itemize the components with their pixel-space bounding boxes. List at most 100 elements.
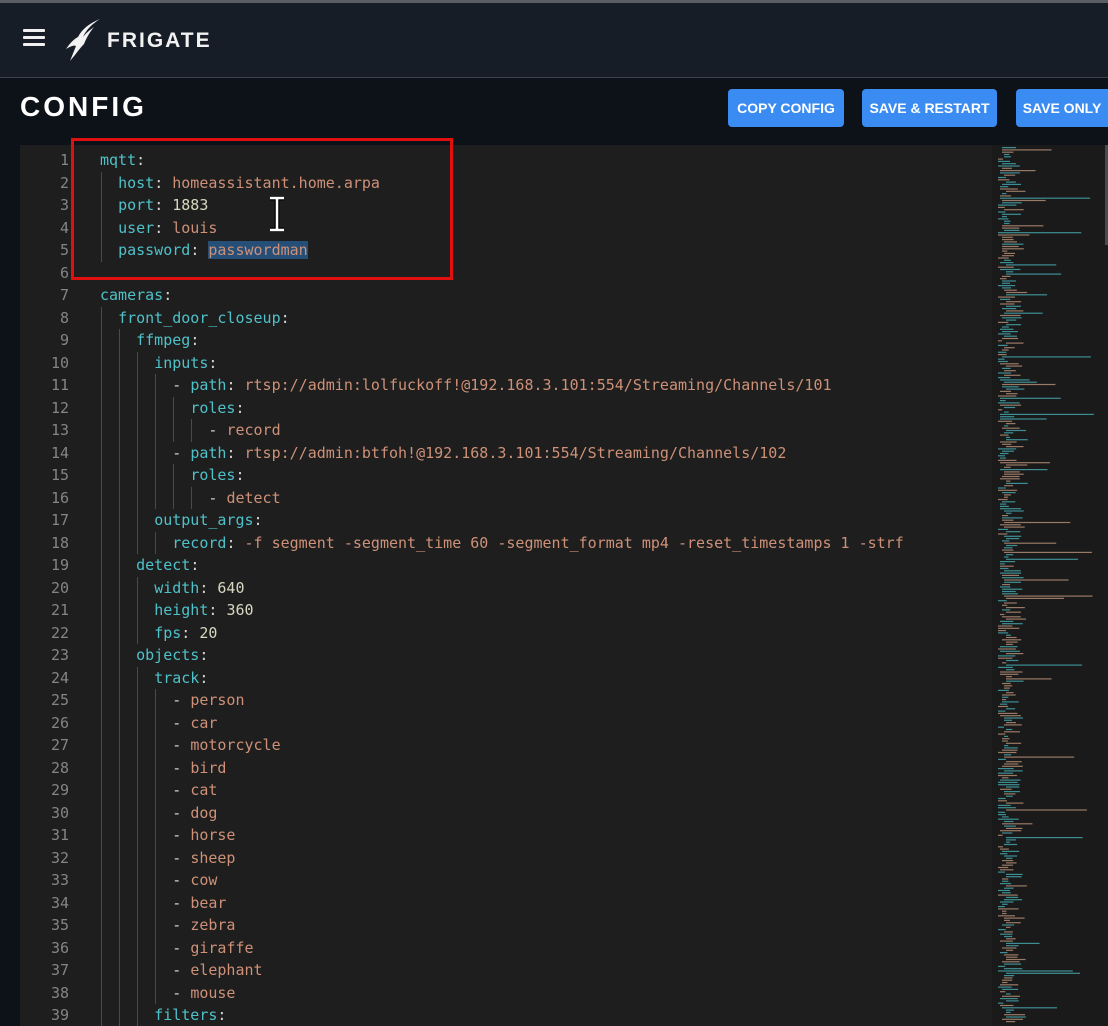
code-line[interactable]: 35 - zebra bbox=[20, 914, 988, 937]
list-dash: - bbox=[172, 871, 191, 889]
code-line[interactable]: 32 - sheep bbox=[20, 847, 988, 870]
code-line[interactable]: 9 ffmpeg: bbox=[20, 329, 988, 352]
minimap-line bbox=[1000, 991, 1006, 993]
minimap-line bbox=[1002, 864, 1013, 866]
code-line[interactable]: 23 objects: bbox=[20, 644, 988, 667]
minimap-line bbox=[1002, 331, 1018, 333]
minimap-line bbox=[998, 655, 1016, 657]
minimap-line bbox=[1004, 535, 1022, 537]
line-number: 26 bbox=[50, 713, 69, 732]
colon: : bbox=[208, 601, 218, 619]
line-content: - cow bbox=[100, 869, 217, 892]
minimap-line bbox=[1004, 731, 1020, 733]
minimap-line bbox=[1000, 397, 1061, 399]
minimap-line bbox=[1000, 404, 1022, 406]
line-content: password: passwordman bbox=[100, 239, 308, 262]
save-only-button[interactable]: SAVE ONLY bbox=[1016, 89, 1108, 127]
yaml-value: horse bbox=[190, 826, 236, 844]
minimap-line bbox=[1004, 770, 1023, 772]
line-number: 2 bbox=[59, 173, 69, 192]
minimap-line bbox=[1004, 887, 1014, 889]
code-line[interactable]: 13 - record bbox=[20, 419, 988, 442]
yaml-key: front_door_closeup bbox=[118, 308, 281, 327]
minimap-line bbox=[1002, 250, 1008, 252]
list-dash: - bbox=[172, 758, 191, 777]
minimap-line bbox=[1004, 855, 1018, 857]
minimap-line bbox=[998, 420, 1013, 422]
minimap-line bbox=[1006, 393, 1018, 395]
code-line[interactable]: 11 - path: rtsp://admin:lolfuckoff!@192.… bbox=[20, 374, 988, 397]
minimap-line bbox=[998, 965, 1006, 967]
minimap-line bbox=[1004, 312, 1043, 314]
minimap-line bbox=[1000, 869, 1014, 871]
yaml-value: rtsp://admin:lolfuckoff!@192.168.3.101:5… bbox=[244, 376, 832, 394]
code-line[interactable]: 39 filters: bbox=[20, 1004, 988, 1026]
minimap-line bbox=[998, 358, 1005, 360]
code-line[interactable]: 5 password: passwordman bbox=[20, 239, 988, 262]
minimap-line bbox=[998, 834, 1003, 836]
line-content: inputs: bbox=[100, 352, 217, 375]
code-line[interactable]: 27 - motorcycle bbox=[20, 734, 988, 757]
config-editor[interactable]: 1 mqtt: 2 host: homeassistant.home.arpa 3 p… bbox=[20, 145, 1108, 1026]
yaml-value: person bbox=[190, 691, 245, 709]
hamburger-menu-icon[interactable] bbox=[23, 29, 45, 47]
line-content: host: homeassistant.home.arpa bbox=[100, 172, 380, 195]
code-line[interactable]: 37 - elephant bbox=[20, 959, 988, 982]
minimap-line bbox=[1002, 979, 1013, 981]
code-line[interactable]: 24 track: bbox=[20, 667, 988, 690]
minimap-line bbox=[1002, 227, 1020, 229]
yaml-value: detect bbox=[226, 488, 281, 507]
minimap-line bbox=[1006, 922, 1021, 924]
code-line[interactable]: 14 - path: rtsp://admin:btfoh!@192.168.3… bbox=[20, 442, 988, 465]
minimap-line bbox=[1004, 229, 1020, 231]
line-number: 7 bbox=[59, 286, 69, 304]
code-line[interactable]: 1 mqtt: bbox=[20, 149, 988, 172]
minimap-line bbox=[1000, 703, 1008, 705]
minimap-line bbox=[1002, 850, 1020, 852]
code-line[interactable]: 19 detect: bbox=[20, 554, 988, 577]
code-line[interactable]: 4 user: louis bbox=[20, 217, 988, 240]
code-line[interactable]: 21 height: 360 bbox=[20, 599, 988, 622]
minimap-line bbox=[1002, 275, 1011, 277]
code-line[interactable]: 16 - detect bbox=[20, 487, 988, 510]
minimap-line bbox=[1002, 1007, 1057, 1009]
code-line[interactable]: 25 - person bbox=[20, 689, 988, 712]
code-line[interactable]: 2 host: homeassistant.home.arpa bbox=[20, 172, 988, 195]
code-line[interactable]: 12 roles: bbox=[20, 397, 988, 420]
code-line[interactable]: 15 roles: bbox=[20, 464, 988, 487]
minimap-line bbox=[998, 232, 1082, 234]
line-number: 13 bbox=[50, 421, 69, 439]
minimap-line bbox=[998, 158, 1003, 160]
code-line[interactable]: 36 - giraffe bbox=[20, 937, 988, 960]
line-content: cameras: bbox=[100, 284, 172, 307]
colon: : bbox=[154, 196, 164, 214]
save-restart-button[interactable]: SAVE & RESTART bbox=[862, 89, 997, 127]
code-line[interactable]: 17 output_args: bbox=[20, 509, 988, 532]
code-line[interactable]: 3 port: 1883 bbox=[20, 194, 988, 217]
code-line[interactable]: 10 inputs: bbox=[20, 352, 988, 375]
code-line[interactable]: 20 width: 640 bbox=[20, 577, 988, 600]
code-line[interactable]: 29 - cat bbox=[20, 779, 988, 802]
code-line[interactable]: 38 - mouse bbox=[20, 982, 988, 1005]
minimap[interactable] bbox=[992, 145, 1108, 1026]
code-line[interactable]: 6 bbox=[20, 262, 988, 285]
code-line[interactable]: 33 - cow bbox=[20, 869, 988, 892]
code-line[interactable]: 30 - dog bbox=[20, 802, 988, 825]
code-line[interactable]: 28 - bird bbox=[20, 757, 988, 780]
minimap-line bbox=[1004, 259, 1011, 261]
minimap-line bbox=[998, 459, 1017, 461]
copy-config-button[interactable]: COPY CONFIG bbox=[728, 89, 844, 127]
minimap-line bbox=[1002, 287, 1012, 289]
code-line[interactable]: 7 cameras: bbox=[20, 284, 988, 307]
code-line[interactable]: 8 front_door_closeup: bbox=[20, 307, 988, 330]
minimap-line bbox=[1006, 464, 1028, 466]
code-line[interactable]: 31 - horse bbox=[20, 824, 988, 847]
code-line[interactable]: 26 - car bbox=[20, 712, 988, 735]
minimap-line bbox=[998, 206, 1005, 208]
code-line[interactable]: 34 - bear bbox=[20, 892, 988, 915]
minimap-line bbox=[1000, 418, 1047, 420]
code-line[interactable]: 18 record: -f segment -segment_time 60 -… bbox=[20, 532, 988, 555]
code-line[interactable]: 22 fps: 20 bbox=[20, 622, 988, 645]
minimap-line bbox=[1002, 981, 1008, 984]
minimap-line bbox=[1002, 696, 1009, 698]
